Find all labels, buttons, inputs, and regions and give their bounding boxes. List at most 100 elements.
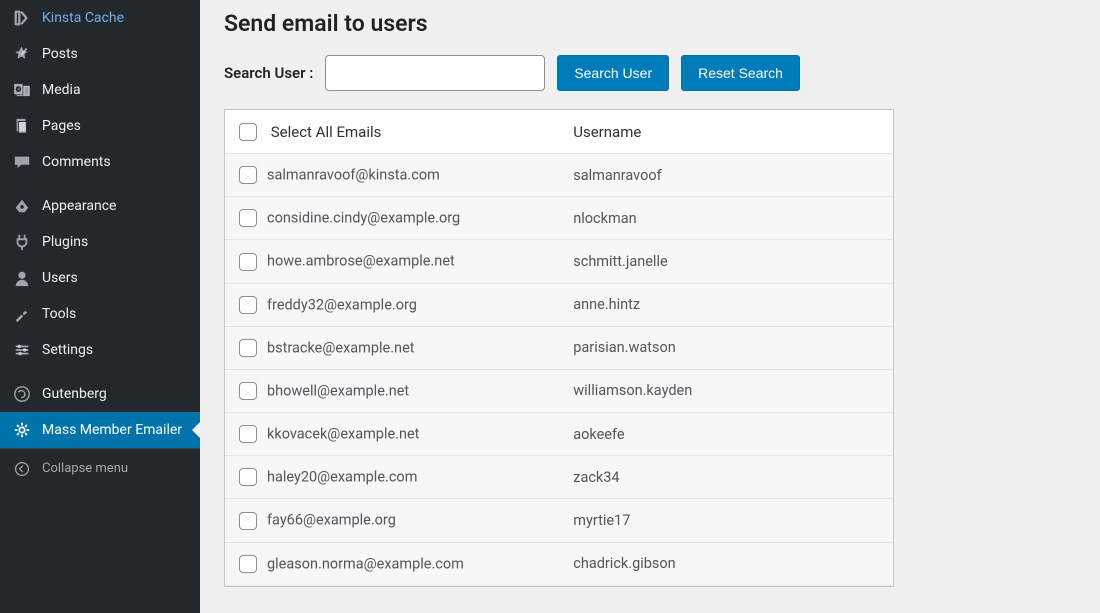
table-header-row: Select All Emails Username <box>225 110 893 154</box>
sidebar-item-label: Settings <box>42 341 188 359</box>
row-checkbox[interactable] <box>239 339 257 357</box>
table-row: freddy32@example.org anne.hintz <box>225 284 893 327</box>
sidebar-separator <box>0 368 200 376</box>
header-username: Username <box>559 110 893 154</box>
username-cell: zack34 <box>559 456 893 499</box>
email-text: howe.ambrose@example.net <box>267 253 455 270</box>
collapse-icon <box>12 459 32 479</box>
reset-search-button[interactable]: Reset Search <box>681 55 800 91</box>
username-cell: schmitt.janelle <box>559 240 893 283</box>
sidebar-item-users[interactable]: Users <box>0 260 200 296</box>
sidebar-item-plugins[interactable]: Plugins <box>0 224 200 260</box>
email-text: fay66@example.org <box>267 512 396 529</box>
row-checkbox[interactable] <box>239 296 257 314</box>
sidebar-item-label: Comments <box>42 153 188 171</box>
username-cell: salmanravoof <box>559 154 893 197</box>
username-cell: anne.hintz <box>559 284 893 327</box>
collapse-menu[interactable]: Collapse menu <box>0 448 200 489</box>
email-text: haley20@example.com <box>267 469 417 486</box>
table-row: haley20@example.com zack34 <box>225 456 893 499</box>
settings-icon <box>12 340 32 360</box>
row-checkbox[interactable] <box>239 468 257 486</box>
sidebar-item-comments[interactable]: Comments <box>0 144 200 180</box>
row-checkbox[interactable] <box>239 253 257 271</box>
sidebar-item-posts[interactable]: Posts <box>0 36 200 72</box>
sidebar-item-label: Posts <box>42 45 188 63</box>
select-all-checkbox[interactable] <box>239 123 257 141</box>
email-text: salmanravoof@kinsta.com <box>267 167 440 184</box>
username-cell: chadrick.gibson <box>559 543 893 586</box>
table-row: bstracke@example.net parisian.watson <box>225 327 893 370</box>
user-table: Select All Emails Username salmanravoof@… <box>224 109 894 587</box>
search-user-button[interactable]: Search User <box>557 55 669 91</box>
search-input[interactable] <box>325 55 545 91</box>
row-checkbox[interactable] <box>239 166 257 184</box>
username-cell: aokeefe <box>559 413 893 456</box>
sidebar-item-settings[interactable]: Settings <box>0 332 200 368</box>
sidebar-item-pages[interactable]: Pages <box>0 108 200 144</box>
email-cell: haley20@example.com <box>225 456 559 499</box>
kinsta-icon <box>12 8 32 28</box>
row-checkbox[interactable] <box>239 382 257 400</box>
row-checkbox[interactable] <box>239 425 257 443</box>
search-label: Search User : <box>224 64 313 82</box>
sidebar-item-gutenberg[interactable]: Gutenberg <box>0 376 200 412</box>
email-text: freddy32@example.org <box>267 296 417 313</box>
sidebar-item-label: Mass Member Emailer <box>42 421 188 439</box>
admin-sidebar: Kinsta Cache Posts Media Pages Comments Appea… <box>0 0 200 613</box>
email-cell: gleason.norma@example.com <box>225 543 559 586</box>
gear-icon <box>12 420 32 440</box>
plugins-icon <box>12 232 32 252</box>
search-row: Search User : Search User Reset Search <box>224 55 1076 91</box>
email-cell: fay66@example.org <box>225 499 559 542</box>
table-row: fay66@example.org myrtie17 <box>225 499 893 542</box>
username-cell: parisian.watson <box>559 327 893 370</box>
row-checkbox[interactable] <box>239 209 257 227</box>
email-cell: considine.cindy@example.org <box>225 197 559 240</box>
email-text: bhowell@example.net <box>267 383 409 400</box>
gutenberg-icon <box>12 384 32 404</box>
sidebar-item-label: Appearance <box>42 197 188 215</box>
sidebar-separator <box>0 180 200 188</box>
username-cell: nlockman <box>559 197 893 240</box>
header-select-all-label: Select All Emails <box>271 123 382 141</box>
sidebar-item-label: Plugins <box>42 233 188 251</box>
email-cell: bhowell@example.net <box>225 370 559 413</box>
row-checkbox[interactable] <box>239 555 257 573</box>
header-select-all: Select All Emails <box>225 110 559 154</box>
table-row: salmanravoof@kinsta.com salmanravoof <box>225 154 893 197</box>
sidebar-item-label: Gutenberg <box>42 385 188 403</box>
tools-icon <box>12 304 32 324</box>
table-row: considine.cindy@example.orgnlockman <box>225 197 893 240</box>
table-row: gleason.norma@example.comchadrick.gibson <box>225 543 893 586</box>
appearance-icon <box>12 196 32 216</box>
users-icon <box>12 268 32 288</box>
pages-icon <box>12 116 32 136</box>
comments-icon <box>12 152 32 172</box>
email-text: bstracke@example.net <box>267 339 415 356</box>
table-row: bhowell@example.net williamson.kayden <box>225 370 893 413</box>
sidebar-item-label: Users <box>42 269 188 287</box>
table-row: kkovacek@example.netaokeefe <box>225 413 893 456</box>
sidebar-item-label: Tools <box>42 305 188 323</box>
collapse-label: Collapse menu <box>42 461 188 478</box>
table-row: howe.ambrose@example.net schmitt.janelle <box>225 240 893 283</box>
sidebar-item-tools[interactable]: Tools <box>0 296 200 332</box>
sidebar-item-media[interactable]: Media <box>0 72 200 108</box>
pin-icon <box>12 44 32 64</box>
sidebar-item-label: Media <box>42 81 188 99</box>
sidebar-item-kinsta-cache[interactable]: Kinsta Cache <box>0 0 200 36</box>
email-cell: kkovacek@example.net <box>225 413 559 456</box>
media-icon <box>12 80 32 100</box>
email-cell: freddy32@example.org <box>225 284 559 327</box>
username-cell: myrtie17 <box>559 499 893 542</box>
sidebar-item-label: Pages <box>42 117 188 135</box>
sidebar-item-mass-member-emailer[interactable]: Mass Member Emailer <box>0 412 200 448</box>
email-cell: bstracke@example.net <box>225 327 559 370</box>
row-checkbox[interactable] <box>239 512 257 530</box>
email-cell: salmanravoof@kinsta.com <box>225 154 559 197</box>
email-cell: howe.ambrose@example.net <box>225 240 559 283</box>
sidebar-item-appearance[interactable]: Appearance <box>0 188 200 224</box>
username-cell: williamson.kayden <box>559 370 893 413</box>
main-content: Send email to users Search User : Search… <box>200 0 1100 613</box>
